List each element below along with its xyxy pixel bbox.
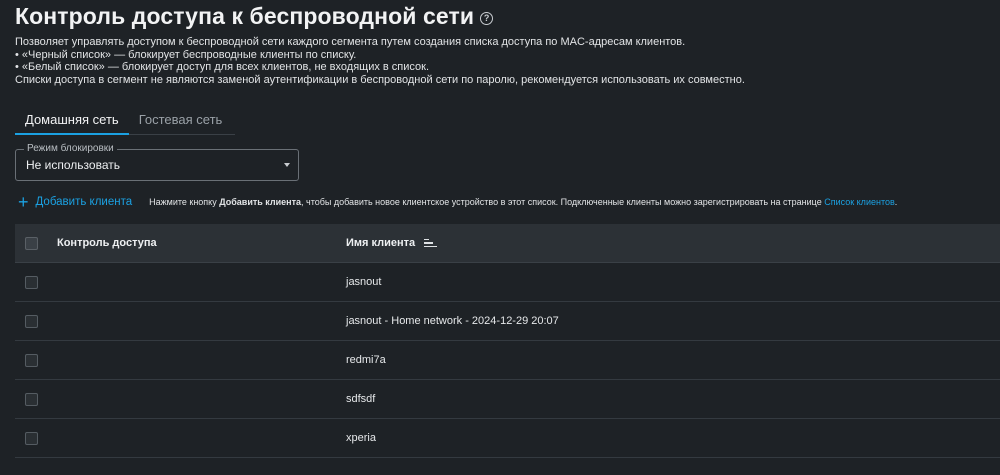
plus-icon: + — [18, 192, 29, 212]
table-row[interactable]: redmi7a — [15, 341, 1000, 380]
block-mode-value: Не использовать — [26, 158, 120, 172]
row-checkbox[interactable] — [25, 431, 38, 445]
sort-icon[interactable] — [424, 238, 438, 248]
row-client-name: xperia — [346, 432, 376, 444]
row-checkbox[interactable] — [25, 314, 38, 328]
description-line: Позволяет управлять доступом к беспровод… — [15, 36, 686, 48]
page: Контроль доступа к беспроводной сети ? П… — [0, 0, 1000, 475]
column-header-name-label: Имя клиента — [346, 237, 416, 249]
add-client-button[interactable]: + Добавить клиента — [18, 192, 133, 212]
table-header: Контроль доступа Имя клиента — [15, 224, 1000, 263]
description-line: • «Белый список» — блокирует доступ для … — [15, 61, 430, 73]
row-checkbox-cell — [15, 353, 57, 367]
help-icon[interactable]: ? — [480, 11, 494, 25]
row-checkbox[interactable] — [25, 275, 38, 289]
table-row[interactable]: jasnout - Home network - 2024-12-29 20:0… — [15, 302, 1000, 341]
column-header-name[interactable]: Имя клиента — [346, 237, 438, 249]
row-client-name: sdfsdf — [346, 393, 376, 405]
add-client-label: Добавить клиента — [35, 196, 133, 208]
description-line: Списки доступа в сегмент не являются зам… — [15, 73, 745, 86]
tab-guest-network[interactable]: Гостевая сеть — [129, 108, 233, 135]
description-line: • «Черный список» — блокирует беспроводн… — [15, 48, 357, 61]
title-row: Контроль доступа к беспроводной сети ? — [15, 3, 494, 30]
caret-down-icon — [284, 163, 290, 167]
block-mode-label: Режим блокировки — [24, 143, 117, 154]
column-header-access: Контроль доступа — [57, 237, 157, 249]
row-checkbox-cell — [15, 392, 57, 406]
table-row[interactable]: xperia — [15, 419, 1000, 458]
page-title: Контроль доступа к беспроводной сети — [15, 3, 475, 29]
row-checkbox-cell — [15, 431, 57, 445]
segment-tabs: Домашняя сеть Гостевая сеть — [15, 108, 235, 135]
clients-table: Контроль доступа Имя клиента jasnout jas… — [15, 224, 1000, 458]
row-checkbox[interactable] — [25, 353, 38, 367]
hint-text: Нажмите кнопку — [149, 197, 220, 207]
row-checkbox-cell — [15, 314, 57, 328]
row-checkbox[interactable] — [25, 392, 38, 406]
add-client-hint: Нажмите кнопку Добавить клиента, чтобы д… — [149, 197, 897, 207]
table-row[interactable]: sdfsdf — [15, 380, 1000, 419]
table-row[interactable]: jasnout — [15, 263, 1000, 302]
row-client-name: jasnout - Home network - 2024-12-29 20:0… — [346, 315, 559, 327]
row-checkbox-cell — [15, 275, 57, 289]
select-all-checkbox[interactable] — [25, 236, 38, 250]
tab-home-network[interactable]: Домашняя сеть — [15, 108, 129, 135]
row-client-name: redmi7a — [346, 354, 386, 366]
client-list-link[interactable]: Список клиентов — [824, 197, 895, 207]
hint-text: , чтобы добавить новое клиентское устрой… — [301, 197, 825, 207]
block-mode-select[interactable]: Режим блокировки Не использовать — [15, 143, 299, 181]
hint-bold: Добавить клиента — [219, 197, 302, 207]
row-client-name: jasnout — [346, 276, 382, 288]
toolbar: + Добавить клиента Нажмите кнопку Добави… — [18, 192, 897, 212]
header-checkbox-cell — [15, 236, 57, 250]
hint-text: . — [894, 197, 898, 207]
page-description: Позволяет управлять доступом к беспровод… — [15, 36, 745, 86]
